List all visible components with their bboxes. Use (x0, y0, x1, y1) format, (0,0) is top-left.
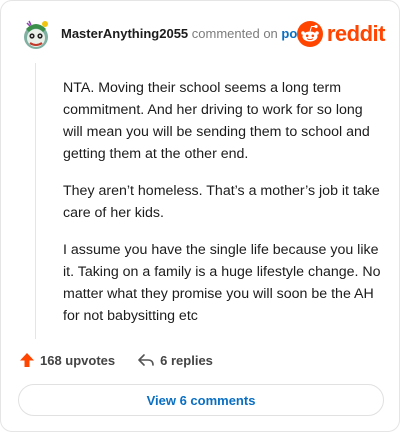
replies-button[interactable]: 6 replies (137, 353, 213, 368)
comment-paragraph: They aren’t homeless. That’s a mother’s … (63, 183, 380, 221)
username-link[interactable]: MasterAnything2055 (61, 26, 188, 41)
upvote-button[interactable]: 168 upvotes (19, 352, 115, 368)
comment-paragraph: NTA. Moving their school seems a long te… (63, 80, 370, 162)
comment-paragraph: I assume you have the single life becaus… (63, 242, 381, 324)
commented-text: commented on (191, 26, 278, 41)
reddit-snoo-icon (296, 21, 323, 47)
comment-card: MasterAnything2055 commented on post red… (0, 0, 400, 432)
thread-line (35, 63, 36, 339)
avatar[interactable] (21, 17, 51, 51)
upvote-arrow-icon (20, 353, 34, 367)
reply-arrow-icon (138, 354, 154, 366)
comment-body: NTA. Moving their school seems a long te… (63, 77, 383, 342)
replies-count: 6 replies (160, 352, 213, 368)
comment-header: MasterAnything2055 commented on post red… (21, 17, 386, 51)
comment-actions: 168 upvotes 6 replies (19, 349, 213, 371)
reddit-wordmark: reddit (326, 21, 386, 46)
upvote-count: 168 upvotes (40, 352, 116, 368)
reddit-logo[interactable]: reddit (296, 20, 386, 48)
comment-meta: MasterAnything2055 commented on post (61, 25, 309, 42)
view-comments-button[interactable]: View 6 comments (18, 384, 384, 416)
